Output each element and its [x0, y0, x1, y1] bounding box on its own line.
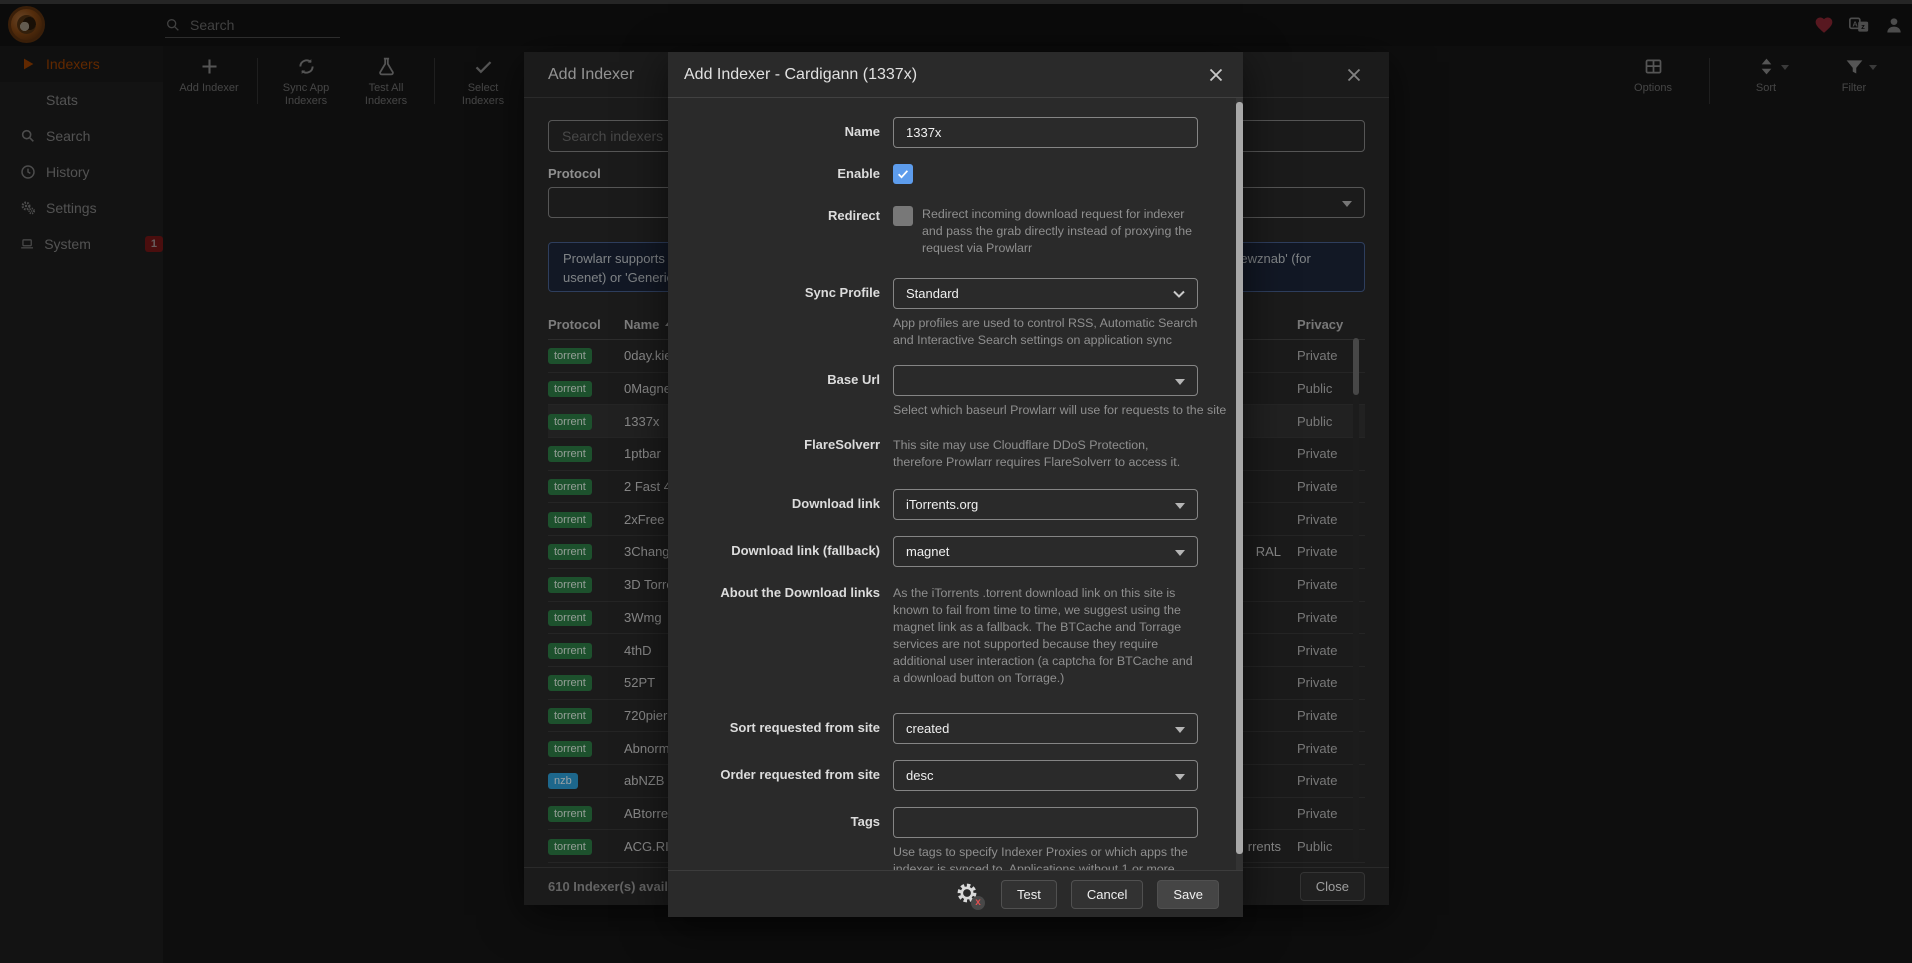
field-label: Name: [668, 117, 893, 148]
form-row-download-link-fallback: Download link (fallback) magnet: [668, 536, 1243, 567]
form-row-sync-profile: Sync Profile Standard App profiles are u…: [668, 278, 1243, 349]
field-label: Enable: [668, 164, 893, 184]
field-label: Download link: [668, 489, 893, 520]
form-row-about-download-links: About the Download links As the iTorrent…: [668, 583, 1243, 687]
modal-overlay-front: Add Indexer - Cardigann (1337x) Name Ena…: [0, 0, 1912, 963]
field-label: Tags: [668, 807, 893, 870]
caret-down-icon: [1175, 774, 1185, 780]
download-link-fallback-select[interactable]: magnet: [893, 536, 1198, 567]
download-link-select[interactable]: iTorrents.org: [893, 489, 1198, 520]
field-help: Select which baseurl Prowlarr will use f…: [893, 402, 1198, 419]
caret-down-icon: [1175, 503, 1185, 509]
name-input[interactable]: [893, 117, 1198, 148]
enable-checkbox[interactable]: [893, 164, 913, 184]
field-label: Redirect: [668, 206, 893, 257]
checkmark-icon: [896, 167, 910, 181]
edit-indexer-modal-header: Add Indexer - Cardigann (1337x): [668, 52, 1243, 98]
sync-profile-select[interactable]: Standard: [893, 278, 1198, 309]
field-label: Sync Profile: [668, 278, 893, 349]
field-label: Order requested from site: [668, 760, 893, 791]
field-help: App profiles are used to control RSS, Au…: [893, 315, 1198, 349]
edit-indexer-modal: Add Indexer - Cardigann (1337x) Name Ena…: [668, 52, 1243, 917]
form-row-flaresolverr: FlareSolverr This site may use Cloudflar…: [668, 435, 1243, 471]
form-row-redirect: Redirect Redirect incoming download requ…: [668, 206, 1243, 257]
modal-scrollbar[interactable]: [1236, 98, 1243, 870]
field-help: Redirect incoming download request for i…: [922, 206, 1194, 257]
chevron-down-icon: [1169, 284, 1189, 304]
caret-down-icon: [1175, 379, 1185, 385]
cancel-button[interactable]: Cancel: [1071, 880, 1143, 909]
x-icon: x: [975, 898, 981, 908]
modal-title: Add Indexer - Cardigann (1337x): [684, 66, 917, 84]
form-row-base-url: Base Url Select which baseurl Prowlarr w…: [668, 365, 1243, 419]
close-icon[interactable]: [1205, 64, 1227, 86]
sort-requested-select[interactable]: created: [893, 713, 1198, 744]
field-label: FlareSolverr: [668, 435, 893, 471]
field-label: Download link (fallback): [668, 536, 893, 567]
form-row-order-requested: Order requested from site desc: [668, 760, 1243, 791]
caret-down-icon: [1175, 550, 1185, 556]
form-row-sort-requested: Sort requested from site created: [668, 713, 1243, 744]
edit-indexer-modal-footer: x Test Cancel Save: [668, 870, 1243, 917]
advanced-settings-toggle[interactable]: x: [955, 881, 981, 907]
order-requested-select[interactable]: desc: [893, 760, 1198, 791]
form-row-tags: Tags Use tags to specify Indexer Proxies…: [668, 807, 1243, 870]
field-info-text: This site may use Cloudflare DDoS Protec…: [893, 435, 1198, 471]
form-row-name: Name: [668, 117, 1243, 148]
form-row-download-link: Download link iTorrents.org: [668, 489, 1243, 520]
save-button[interactable]: Save: [1157, 880, 1219, 909]
base-url-select[interactable]: [893, 365, 1198, 396]
field-info-text: As the iTorrents .torrent download link …: [893, 583, 1198, 687]
test-button[interactable]: Test: [1001, 880, 1057, 909]
tags-input[interactable]: [893, 807, 1198, 838]
field-label: Base Url: [668, 365, 893, 419]
field-label: About the Download links: [668, 583, 893, 687]
edit-indexer-form: Name Enable Redirect Redirect incoming d…: [668, 99, 1243, 870]
field-help: Use tags to specify Indexer Proxies or w…: [893, 844, 1198, 870]
caret-down-icon: [1175, 727, 1185, 733]
redirect-checkbox[interactable]: [893, 206, 913, 226]
advanced-off-badge: x: [971, 896, 985, 910]
form-row-enable: Enable: [668, 164, 1243, 184]
modal-scrollbar-thumb[interactable]: [1236, 102, 1243, 854]
field-label: Sort requested from site: [668, 713, 893, 744]
